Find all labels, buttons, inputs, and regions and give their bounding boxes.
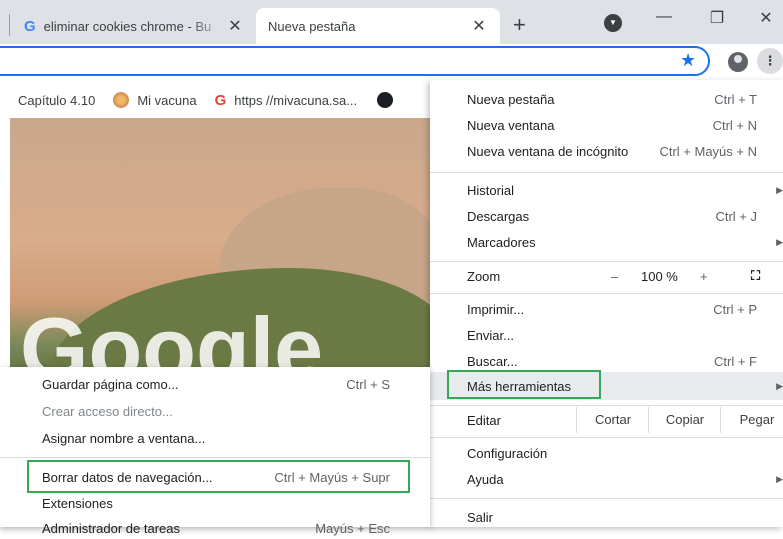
- paste-button[interactable]: Pegar: [720, 407, 783, 433]
- chrome-main-menu: Nueva pestaña Ctrl + T Nueva ventana Ctrl …: [430, 80, 783, 527]
- menu-shortcut: Ctrl + J: [715, 208, 757, 224]
- address-bar[interactable]: [0, 46, 710, 76]
- menu-item-zoom: Zoom – 100 % + ⛶: [430, 263, 783, 289]
- menu-label: Marcadores: [467, 234, 536, 250]
- menu-divider: [430, 172, 783, 173]
- menu-item-imprimir[interactable]: Imprimir... Ctrl + P: [430, 296, 783, 322]
- menu-shortcut: Ctrl + Mayús + N: [659, 143, 757, 159]
- menu-item-salir[interactable]: Salir: [430, 504, 783, 530]
- cut-button[interactable]: Cortar: [576, 407, 649, 433]
- menu-label: Nueva ventana de incógnito: [467, 143, 629, 159]
- menu-shortcut: Mayús + Esc: [315, 520, 390, 536]
- tab-eliminar-cookies[interactable]: G eliminar cookies chrome - Bu ✕: [12, 8, 256, 44]
- window-close-button[interactable]: ✕: [746, 8, 783, 28]
- tab-search-icon[interactable]: ▼: [604, 14, 622, 32]
- submenu-item-guardar[interactable]: Guardar página como... Ctrl + S: [0, 373, 430, 395]
- highlight-box-borrar-datos: [27, 460, 410, 493]
- close-tab-icon[interactable]: ✕: [226, 16, 244, 36]
- restore-button[interactable]: ❐: [697, 8, 737, 28]
- bookmark-label: Mi vacuna: [137, 92, 197, 108]
- submenu-arrow-icon: ▶: [776, 184, 783, 195]
- zoom-level: 100 %: [641, 268, 678, 284]
- menu-label: Descargas: [467, 208, 530, 224]
- fullscreen-icon[interactable]: ⛶: [751, 268, 760, 284]
- menu-label: Asignar nombre a ventana...: [42, 430, 206, 446]
- menu-label: Configuración: [467, 445, 548, 461]
- menu-label: Salir: [467, 509, 494, 525]
- menu-divider: [430, 498, 783, 499]
- tab-title: eliminar cookies chrome - Bu: [43, 18, 212, 34]
- profile-avatar[interactable]: [728, 52, 748, 72]
- tab-title: Nueva pestaña: [268, 18, 356, 34]
- google-favicon-icon: G: [24, 17, 36, 35]
- bookmark-capitulo[interactable]: Capítulo 4.10: [18, 93, 95, 108]
- close-tab-icon[interactable]: ✕: [470, 16, 488, 36]
- menu-label: Nueva ventana: [467, 117, 555, 133]
- menu-item-nueva-pestana[interactable]: Nueva pestaña Ctrl + T: [430, 86, 783, 112]
- zoom-in-button[interactable]: +: [700, 269, 708, 284]
- menu-divider: [430, 293, 783, 294]
- menu-divider: [430, 261, 783, 262]
- submenu-item-crear-acceso: Crear acceso directo...: [0, 400, 430, 422]
- submenu-item-asignar-nombre[interactable]: Asignar nombre a ventana...: [0, 427, 430, 449]
- menu-item-nueva-ventana[interactable]: Nueva ventana Ctrl + N: [430, 112, 783, 138]
- bookmark-github[interactable]: [375, 92, 394, 108]
- menu-item-editar: Editar Cortar Copiar Pegar: [430, 407, 783, 433]
- tab-nueva-pestana[interactable]: Nueva pestaña ✕: [256, 8, 500, 44]
- menu-label: Ayuda: [467, 471, 504, 487]
- google-favicon-icon: G: [214, 91, 227, 109]
- bookmark-star-icon[interactable]: ★: [680, 50, 696, 71]
- menu-item-enviar[interactable]: Enviar...: [430, 322, 783, 348]
- submenu-arrow-icon: ▶: [776, 236, 783, 247]
- submenu-item-extensiones[interactable]: Extensiones: [0, 492, 430, 514]
- menu-label: Extensiones: [42, 495, 113, 511]
- menu-item-historial[interactable]: Historial ▶: [430, 177, 783, 203]
- copy-button[interactable]: Copiar: [648, 407, 721, 433]
- new-tab-button[interactable]: +: [513, 12, 526, 38]
- menu-shortcut: Ctrl + S: [346, 376, 390, 392]
- menu-divider: [430, 405, 783, 406]
- github-icon: [377, 92, 394, 108]
- menu-shortcut: Ctrl + F: [714, 353, 757, 369]
- submenu-arrow-icon: ▶: [776, 380, 783, 391]
- vacuna-favicon-icon: [113, 92, 130, 108]
- menu-label: Enviar...: [467, 327, 514, 343]
- menu-label: Administrador de tareas: [42, 520, 181, 536]
- minimize-button[interactable]: —: [644, 8, 684, 26]
- menu-label: Nueva pestaña: [467, 91, 555, 107]
- submenu-item-administrador-tareas[interactable]: Administrador de tareas Mayús + Esc: [0, 517, 430, 539]
- menu-item-incognito[interactable]: Nueva ventana de incógnito Ctrl + Mayús +…: [430, 138, 783, 164]
- menu-shortcut: Ctrl + T: [714, 91, 757, 107]
- submenu-arrow-icon: ▶: [776, 473, 783, 484]
- chrome-menu-icon[interactable]: ⋮: [757, 48, 783, 74]
- menu-item-ayuda[interactable]: Ayuda ▶: [430, 466, 783, 492]
- zoom-out-button[interactable]: –: [611, 269, 618, 284]
- bookmark-mi-vacuna[interactable]: Mi vacuna: [113, 92, 197, 108]
- highlight-box-mas-herramientas: [447, 370, 601, 399]
- menu-item-configuracion[interactable]: Configuración: [430, 440, 783, 466]
- menu-shortcut: Ctrl + P: [713, 301, 757, 317]
- menu-label: Guardar página como...: [42, 376, 179, 392]
- bookmarks-bar: Capítulo 4.10 Mi vacuna Ghttps //mivacun…: [0, 84, 430, 116]
- menu-divider: [0, 457, 430, 458]
- menu-label: Crear acceso directo...: [42, 403, 173, 419]
- menu-label: Historial: [467, 182, 514, 198]
- menu-shortcut: Ctrl + N: [712, 117, 757, 133]
- menu-item-descargas[interactable]: Descargas Ctrl + J: [430, 203, 783, 229]
- menu-label: Imprimir...: [467, 301, 525, 317]
- bookmark-mivacuna-url[interactable]: Ghttps //mivacuna.sa...: [215, 92, 358, 109]
- menu-divider: [430, 437, 783, 438]
- tab-separator: [9, 14, 10, 36]
- menu-label: Buscar...: [467, 353, 518, 369]
- bookmark-label: https //mivacuna.sa...: [234, 92, 358, 108]
- bookmark-label: Capítulo 4.10: [18, 92, 96, 108]
- menu-item-marcadores[interactable]: Marcadores ▶: [430, 229, 783, 255]
- more-tools-submenu: Guardar página como... Ctrl + S Crear acc…: [0, 367, 430, 536]
